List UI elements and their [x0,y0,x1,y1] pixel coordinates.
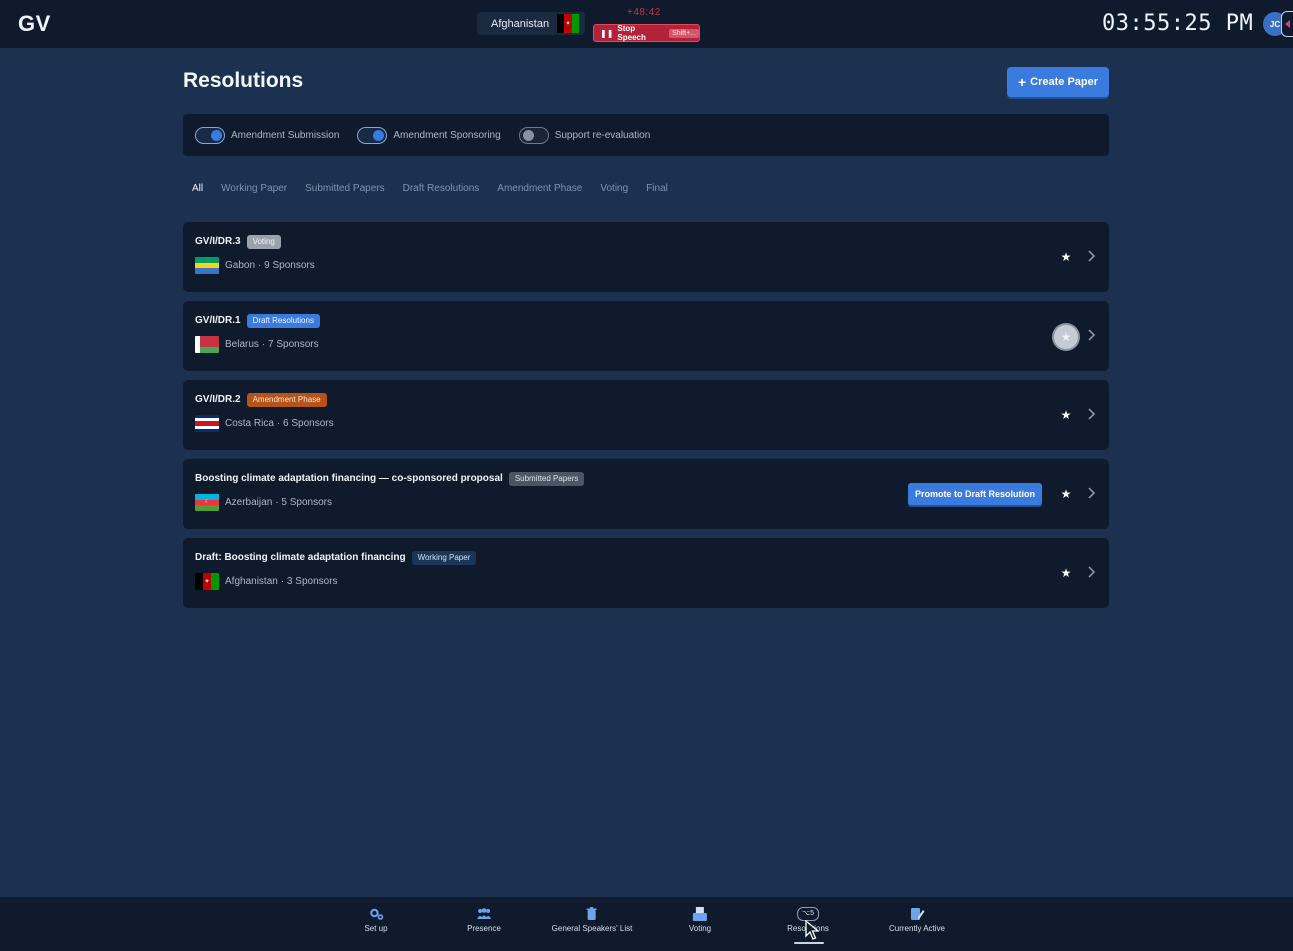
settings-toggle-bar: Amendment Submission Amendment Sponsorin… [183,114,1109,156]
nav-setup[interactable]: Set up [364,907,388,933]
paper-card[interactable]: GV/I/DR.1 Draft Resolutions Belarus · 7 … [183,301,1109,371]
tab-amendment-phase[interactable]: Amendment Phase [497,183,582,194]
star-icon[interactable]: ★ [1054,325,1078,349]
star-icon[interactable]: ★ [1059,566,1073,580]
sponsor-count: · 9 Sponsors [258,260,315,271]
page-title: Resolutions [183,69,304,92]
gabon-flag-icon [195,257,219,274]
top-bar: GV Afghanistan ✦ +48:42 ❚❚ Stop Speech S… [0,0,1293,48]
amendment-sponsoring-switch[interactable] [357,126,388,144]
nav-label: Voting [688,924,712,933]
tab-final[interactable]: Final [646,183,668,194]
chevron-right-icon[interactable] [1087,249,1097,263]
shortcut-badge-icon: ⌥5 [797,907,819,921]
paper-title: Boosting climate adaptation financing — … [195,473,503,485]
submitter-country: Azerbaijan [225,497,273,508]
tab-all[interactable]: All [192,183,203,194]
stop-speech-label: Stop Speech [617,24,646,42]
star-icon[interactable]: ★ [1059,408,1073,422]
clock: 03:55:25 PM [1102,11,1254,36]
sponsor-count: · 7 Sponsors [261,339,319,350]
status-badge: Working Paper [411,551,477,565]
nav-currently-active[interactable]: Currently Active [889,907,945,933]
create-paper-label: Create Paper [1030,76,1099,88]
ballot-box-icon [693,907,707,921]
gears-icon [369,908,383,920]
paper-title: GV/I/DR.1 [195,315,241,327]
afghanistan-flag-icon: ✦ [557,14,579,33]
toggle-label: Amendment Submission [231,129,340,141]
chevron-right-icon[interactable] [1087,407,1097,421]
belarus-flag-icon [195,336,219,353]
tab-working-paper[interactable]: Working Paper [221,183,287,194]
submitter-country: Gabon [225,260,256,271]
submitter-country: Afghanistan [225,576,278,587]
nav-general-speakers-list[interactable]: General Speakers' List [551,907,633,933]
star-icon[interactable]: ★ [1059,250,1073,264]
pause-icon: ❚❚ [600,28,614,38]
sponsor-count: · 6 Sponsors [276,418,334,429]
paper-card[interactable]: Draft: Boosting climate adaptation finan… [183,538,1109,608]
create-paper-button[interactable]: + Create Paper [1007,67,1109,97]
support-reevaluation-switch[interactable] [518,126,549,144]
promote-to-draft-button[interactable]: Promote to Draft Resolution [908,483,1042,505]
paper-card[interactable]: Boosting climate adaptation financing — … [183,459,1109,529]
toggle-amendment-submission[interactable]: Amendment Submission [195,126,340,144]
filter-tabs: All Working Paper Submitted Papers Draft… [192,183,668,194]
toggle-label: Amendment Sponsoring [393,129,501,141]
tab-voting[interactable]: Voting [600,183,628,194]
chevron-right-icon[interactable] [1087,328,1097,342]
submitter-country: Belarus [225,339,259,350]
paper-title: GV/I/DR.2 [195,394,241,406]
chevron-right-icon[interactable] [1087,565,1097,579]
nav-presence[interactable]: Presence [467,907,501,933]
plus-icon: + [1017,74,1027,90]
toggle-label: Support re-evaluation [554,129,651,141]
tab-submitted-papers[interactable]: Submitted Papers [305,183,385,194]
status-badge: Voting [246,235,281,249]
toggle-support-reevaluation[interactable]: Support re-evaluation [518,126,651,144]
trash-icon [587,907,597,920]
nav-label: Set up [364,924,388,933]
amendment-submission-switch[interactable] [195,126,225,144]
nav-label: Presence [467,924,501,933]
star-icon[interactable]: ★ [1059,487,1073,501]
sponsor-count: · 5 Sponsors [275,497,332,508]
nav-label: General Speakers' List [551,924,633,933]
paper-title: Draft: Boosting climate adaptation finan… [195,552,406,564]
people-icon [476,908,491,919]
afghanistan-flag-icon: ✦ [195,573,219,590]
paper-card[interactable]: GV/I/DR.2 Amendment Phase Costa Rica · 6… [183,380,1109,450]
paper-card[interactable]: GV/I/DR.3 Voting Gabon · 9 Sponsors ★ [183,222,1109,292]
sponsor-count: · 3 Sponsors [280,576,338,587]
current-speaker-name: Afghanistan [491,17,550,30]
costa-rica-flag-icon [195,415,219,432]
toggle-amendment-sponsoring[interactable]: Amendment Sponsoring [357,126,501,144]
status-badge: Draft Resolutions [246,314,320,328]
stop-speech-shortcut: Shift+... [669,28,699,38]
nav-voting[interactable]: Voting [689,907,711,933]
app-logo: GV [18,11,51,36]
bottom-nav: Set up Presence General Speakers' List V… [0,897,1293,951]
active-nav-indicator [794,942,824,944]
status-badge: Amendment Phase [246,393,327,407]
chevron-right-icon[interactable] [1087,486,1097,500]
edit-document-icon [911,908,925,920]
azerbaijan-flag-icon: ☾ [195,494,219,511]
paper-title: GV/I/DR.3 [195,236,241,248]
submitter-country: Costa Rica [225,418,274,429]
overtime-timer: +48:42 [627,7,661,18]
mouse-cursor-icon [805,920,819,940]
status-badge: Submitted Papers [508,472,585,486]
stop-speech-button[interactable]: ❚❚ Stop Speech Shift+... [593,24,700,42]
nav-label: Currently Active [888,924,946,933]
side-panel-toggle[interactable] [1281,11,1293,37]
tab-draft-resolutions[interactable]: Draft Resolutions [403,183,480,194]
